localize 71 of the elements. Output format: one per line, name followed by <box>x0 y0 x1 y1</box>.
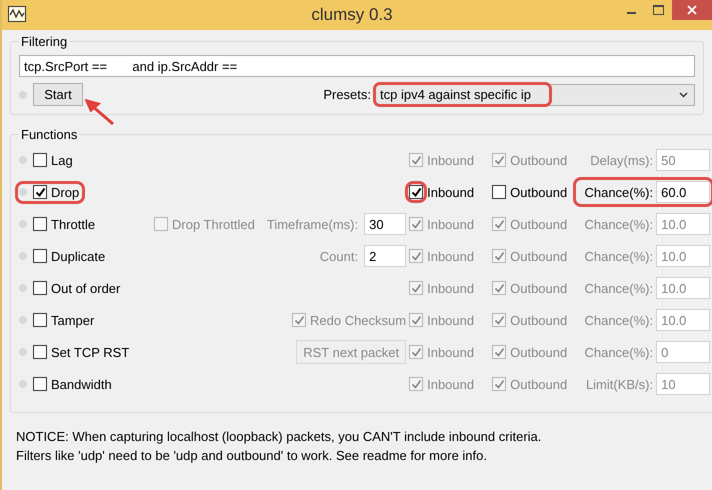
status-dot <box>19 252 27 260</box>
inbound-label: Inbound <box>427 184 474 200</box>
function-checkbox[interactable] <box>33 313 47 327</box>
number-field[interactable]: 30 <box>364 213 406 235</box>
function-label: Drop <box>51 184 80 200</box>
outbound-label: Outbound <box>510 344 568 360</box>
inbound-label: Inbound <box>427 152 474 168</box>
field-label: Count: <box>320 248 358 264</box>
status-dot <box>19 156 27 164</box>
outbound-label: Outbound <box>510 312 568 328</box>
function-checkbox[interactable] <box>33 217 47 231</box>
outbound-label: Outbound <box>510 376 568 392</box>
function-label: Duplicate <box>51 248 106 264</box>
function-checkbox[interactable] <box>33 249 47 263</box>
outbound-label: Outbound <box>510 152 568 168</box>
function-checkbox[interactable] <box>33 185 47 199</box>
parameter-label: Chance(%): <box>583 216 654 232</box>
inbound-label: Inbound <box>427 216 474 232</box>
function-checkbox[interactable] <box>33 345 47 359</box>
inbound-label: Inbound <box>427 280 474 296</box>
status-dot <box>19 348 27 356</box>
outbound-label: Outbound <box>510 248 568 264</box>
window-title: clumsy 0.3 <box>310 4 394 25</box>
outbound-label: Outbound <box>510 184 568 200</box>
inbound-label: Inbound <box>427 376 474 392</box>
parameter-label: Chance(%): <box>583 312 654 328</box>
function-checkbox[interactable] <box>33 153 47 167</box>
notice-text: NOTICE: When capturing localhost (loopback) packets, you CAN'T include inbound criteria. <box>16 428 542 446</box>
function-label: Set TCP RST <box>51 344 130 360</box>
status-dot <box>19 90 27 98</box>
function-checkbox[interactable] <box>33 281 47 295</box>
notice-text: Filters like 'udp' need to be 'udp and outbound' to work. See readme for more info. <box>16 447 488 465</box>
parameter-field[interactable]: 60.0 <box>656 181 710 203</box>
start-button[interactable]: Start <box>33 83 83 106</box>
function-label: Bandwidth <box>51 376 112 392</box>
function-checkbox[interactable] <box>33 377 47 391</box>
outbound-checkbox[interactable] <box>492 185 506 199</box>
filter-field[interactable]: tcp.SrcPort == and ip.SrcAddr == <box>19 55 695 77</box>
inbound-checkbox[interactable] <box>409 185 424 199</box>
close-icon <box>687 5 697 15</box>
inbound-label: Inbound <box>427 312 474 328</box>
presets-label: Presets: <box>323 87 371 102</box>
parameter-label: Delay(ms): <box>589 152 654 168</box>
inbound-label: Inbound <box>427 248 474 264</box>
presets-dropdown[interactable]: tcp ipv4 against specific ip <box>375 84 695 106</box>
parameter-label: Limit(KB/s): <box>584 376 654 392</box>
parameter-label: Chance(%): <box>583 248 654 264</box>
function-label: Tamper <box>51 312 94 328</box>
outbound-label: Outbound <box>510 280 568 296</box>
option-label: Redo Checksum <box>310 312 406 328</box>
status-dot <box>19 316 27 324</box>
number-field[interactable]: 2 <box>364 245 406 267</box>
wave-icon <box>8 6 26 22</box>
group-title: Filtering <box>20 34 68 49</box>
option-label: Drop Throttled <box>172 216 255 232</box>
status-dot <box>19 188 27 196</box>
inbound-label: Inbound <box>427 344 474 360</box>
function-label: Throttle <box>51 216 96 232</box>
status-dot <box>19 380 27 388</box>
function-label: Out of order <box>51 280 120 296</box>
status-dot <box>19 220 27 228</box>
parameter-label: Chance(%): <box>583 280 654 296</box>
parameter-label: Chance(%): <box>583 344 654 360</box>
outbound-label: Outbound <box>510 216 568 232</box>
close-button[interactable] <box>672 0 712 20</box>
parameter-label: Chance(%): <box>583 184 654 200</box>
chevron-icon <box>679 92 688 98</box>
group-title: Functions <box>20 127 78 142</box>
field-label: Timeframe(ms): <box>266 216 358 232</box>
status-dot <box>19 284 27 292</box>
function-label: Lag <box>51 152 73 168</box>
